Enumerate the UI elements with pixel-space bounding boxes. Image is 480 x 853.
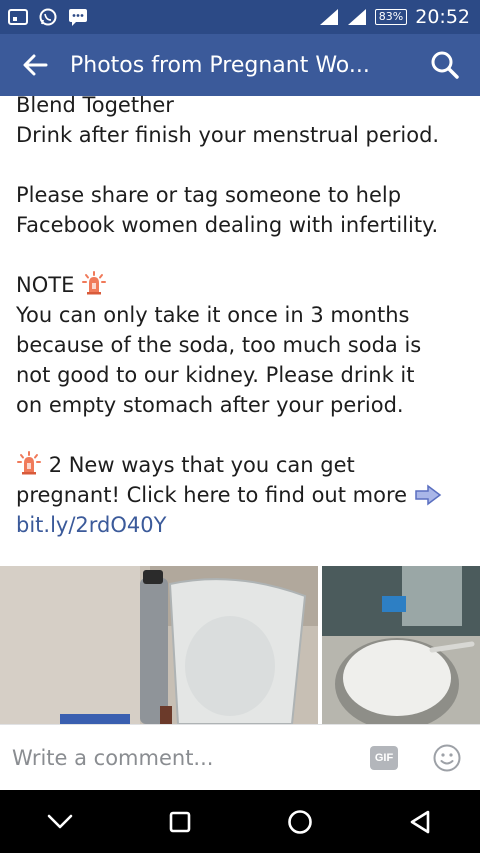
whatsapp-icon [39, 8, 57, 26]
post-line: Facebook women dealing with infertility. [16, 213, 439, 237]
back-button[interactable] [0, 34, 70, 96]
circle-icon [288, 809, 312, 834]
page-title: Photos from Pregnant Wo... [70, 52, 370, 78]
system-nav-bar [0, 790, 480, 853]
promo-line: 2 New ways that you can get [16, 450, 464, 480]
post-line: because of the soda, too much soda is [16, 333, 422, 357]
post-line: Drink after finish your menstrual period… [16, 123, 440, 147]
promo-text: pregnant! Click here to find out more [16, 483, 408, 507]
milk-bowl-photo[interactable] [322, 566, 480, 724]
image-icon [8, 9, 28, 25]
triangle-back-icon [410, 810, 430, 833]
search-button[interactable] [410, 34, 480, 96]
signal-icon [319, 9, 338, 25]
emoji-smiley-icon[interactable] [432, 743, 462, 773]
promo-text: 2 New ways that you can get [48, 453, 355, 477]
comment-bar: GIF [0, 724, 480, 790]
signal-icon [347, 9, 366, 25]
note-heading: NOTE [16, 270, 464, 300]
blender-photo[interactable] [0, 566, 318, 724]
nav-back-button[interactable] [390, 792, 450, 852]
post-line: on empty stomach after your period. [16, 393, 404, 417]
battery-indicator: 83% [374, 9, 408, 25]
arrow-left-icon [23, 54, 48, 76]
nav-collapse-button[interactable] [30, 792, 90, 852]
nav-home-button[interactable] [270, 792, 330, 852]
alarm-emoji-icon [82, 271, 107, 295]
post-line: You can only take it once in 3 months [16, 303, 410, 327]
promo-link[interactable]: bit.ly/2rdO40Y [16, 513, 166, 537]
message-icon [69, 9, 87, 26]
note-title: NOTE [16, 273, 75, 297]
post-line: Please share or tag someone to help [16, 183, 402, 207]
chevron-down-icon [47, 814, 73, 828]
clock: 20:52 [415, 6, 470, 28]
milk-bowl-photo-image [322, 566, 480, 724]
nav-recents-button[interactable] [150, 792, 210, 852]
alarm-emoji-icon [17, 451, 41, 475]
arrow-right-emoji-icon [414, 484, 441, 506]
post-content: Blend Together Drink after finish your m… [0, 96, 480, 566]
blender-photo-image [0, 566, 318, 724]
post-text: Blend Together Drink after finish your m… [16, 96, 464, 540]
photo-grid [0, 566, 480, 724]
status-bar: 83% 20:52 [0, 0, 480, 34]
promo-line: pregnant! Click here to find out more [16, 480, 464, 510]
app-bar: Photos from Pregnant Wo... [0, 34, 480, 96]
post-line: not good to our kidney. Please drink it [16, 363, 415, 387]
square-icon [169, 811, 191, 832]
post-line: Blend Together [16, 96, 174, 117]
comment-input[interactable] [0, 727, 370, 788]
gif-button[interactable]: GIF [370, 745, 398, 770]
search-icon [431, 51, 459, 79]
